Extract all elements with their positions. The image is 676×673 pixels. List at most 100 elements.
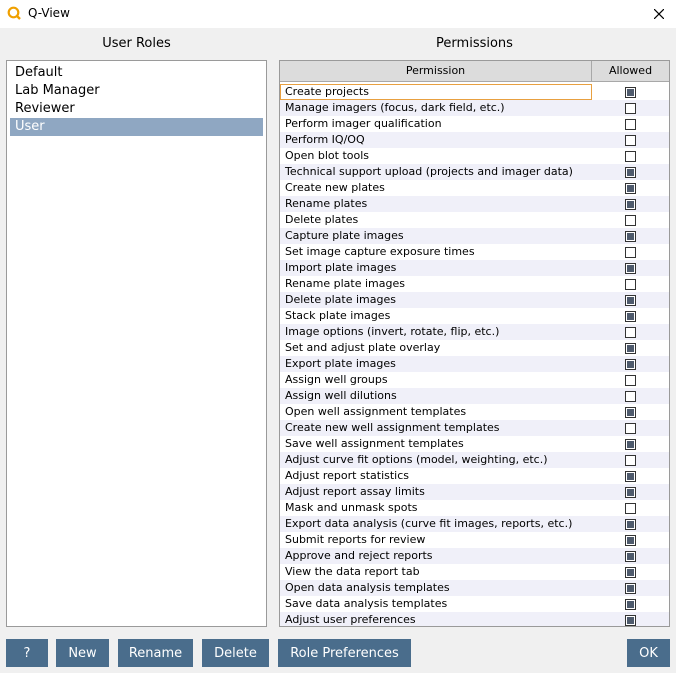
allowed-checkbox[interactable] (625, 566, 636, 578)
table-row[interactable]: Set image capture exposure times (280, 244, 669, 260)
table-row[interactable]: Delete plate images (280, 292, 669, 308)
table-row[interactable]: Export plate images (280, 356, 669, 372)
allowed-cell (592, 308, 669, 324)
allowed-checkbox[interactable] (625, 310, 636, 322)
permission-label: Open data analysis templates (285, 581, 450, 594)
allowed-checkbox[interactable] (625, 582, 636, 594)
allowed-checkbox[interactable] (625, 550, 636, 562)
table-row[interactable]: Adjust curve fit options (model, weighti… (280, 452, 669, 468)
allowed-checkbox[interactable] (625, 390, 636, 402)
allowed-checkbox[interactable] (625, 262, 636, 274)
role-item[interactable]: Reviewer (10, 100, 263, 118)
allowed-checkbox[interactable] (625, 214, 636, 226)
table-row[interactable]: Open blot tools (280, 148, 669, 164)
allowed-checkbox[interactable] (625, 454, 636, 466)
allowed-checkbox[interactable] (625, 134, 636, 146)
table-row[interactable]: Save well assignment templates (280, 436, 669, 452)
table-row[interactable]: Create new plates (280, 180, 669, 196)
allowed-cell (592, 164, 669, 180)
user-roles-list[interactable]: Default Lab Manager Reviewer User (6, 60, 267, 627)
table-row[interactable]: Mask and unmask spots (280, 500, 669, 516)
permission-label: Perform IQ/OQ (285, 133, 365, 146)
allowed-checkbox[interactable] (625, 486, 636, 498)
new-role-button[interactable]: New (56, 639, 109, 667)
permission-label: Stack plate images (285, 309, 391, 322)
allowed-checkbox[interactable] (625, 422, 636, 434)
allowed-checkbox[interactable] (625, 246, 636, 258)
allowed-checkbox[interactable] (625, 502, 636, 514)
allowed-checkbox[interactable] (625, 294, 636, 306)
help-button[interactable]: ? (6, 639, 48, 667)
allowed-checkbox[interactable] (625, 374, 636, 386)
table-row[interactable]: Adjust user preferences (280, 612, 669, 626)
permission-label: Open well assignment templates (285, 405, 467, 418)
permissions-table: Permission Allowed Create projects Manage… (279, 60, 670, 627)
table-row[interactable]: Save data analysis templates (280, 596, 669, 612)
allowed-checkbox[interactable] (625, 358, 636, 370)
allowed-checkbox[interactable] (625, 598, 636, 610)
allowed-checkbox[interactable] (625, 518, 636, 530)
role-item[interactable]: Default (10, 64, 263, 82)
role-item[interactable]: User (10, 118, 263, 136)
allowed-checkbox[interactable] (625, 470, 636, 482)
allowed-checkbox[interactable] (625, 182, 636, 194)
table-row[interactable]: Perform imager qualification (280, 116, 669, 132)
table-row[interactable]: Perform IQ/OQ (280, 132, 669, 148)
allowed-checkbox[interactable] (625, 150, 636, 162)
allowed-column-header[interactable]: Allowed (592, 61, 669, 81)
permission-label: Rename plate images (285, 277, 405, 290)
table-row[interactable]: Assign well dilutions (280, 388, 669, 404)
allowed-checkbox[interactable] (625, 534, 636, 546)
allowed-cell (592, 100, 669, 116)
allowed-cell (592, 500, 669, 516)
ok-button[interactable]: OK (627, 639, 670, 667)
table-row[interactable]: Create projects (280, 84, 669, 100)
table-row[interactable]: Create new well assignment templates (280, 420, 669, 436)
table-row[interactable]: Submit reports for review (280, 532, 669, 548)
allowed-checkbox[interactable] (625, 86, 636, 98)
title-bar: Q-View (0, 0, 676, 28)
table-row[interactable]: Approve and reject reports (280, 548, 669, 564)
allowed-checkbox[interactable] (625, 326, 636, 338)
close-button[interactable] (642, 0, 676, 28)
table-row[interactable]: Set and adjust plate overlay (280, 340, 669, 356)
table-row[interactable]: Delete plates (280, 212, 669, 228)
allowed-checkbox[interactable] (625, 198, 636, 210)
allowed-checkbox[interactable] (625, 438, 636, 450)
table-row[interactable]: Export data analysis (curve fit images, … (280, 516, 669, 532)
allowed-cell (592, 372, 669, 388)
table-row[interactable]: Open data analysis templates (280, 580, 669, 596)
close-icon (654, 9, 664, 19)
table-row[interactable]: Adjust report assay limits (280, 484, 669, 500)
role-preferences-button[interactable]: Role Preferences (278, 639, 411, 667)
allowed-cell (592, 532, 669, 548)
table-row[interactable]: Capture plate images (280, 228, 669, 244)
permission-label: Adjust report assay limits (285, 485, 425, 498)
table-row[interactable]: Rename plate images (280, 276, 669, 292)
permission-label: Mask and unmask spots (285, 501, 418, 514)
table-row[interactable]: Adjust report statistics (280, 468, 669, 484)
allowed-checkbox[interactable] (625, 166, 636, 178)
table-row[interactable]: Assign well groups (280, 372, 669, 388)
delete-role-button[interactable]: Delete (202, 639, 269, 667)
permission-column-header[interactable]: Permission (280, 61, 592, 81)
table-row[interactable]: Open well assignment templates (280, 404, 669, 420)
table-row[interactable]: Image options (invert, rotate, flip, etc… (280, 324, 669, 340)
allowed-checkbox[interactable] (625, 118, 636, 130)
allowed-checkbox[interactable] (625, 278, 636, 290)
allowed-checkbox[interactable] (625, 230, 636, 242)
table-row[interactable]: Technical support upload (projects and i… (280, 164, 669, 180)
allowed-checkbox[interactable] (625, 614, 636, 626)
allowed-cell (592, 436, 669, 452)
table-row[interactable]: Stack plate images (280, 308, 669, 324)
role-item[interactable]: Lab Manager (10, 82, 263, 100)
allowed-checkbox[interactable] (625, 342, 636, 354)
permission-label: Submit reports for review (285, 533, 426, 546)
table-row[interactable]: Import plate images (280, 260, 669, 276)
allowed-checkbox[interactable] (625, 406, 636, 418)
table-row[interactable]: View the data report tab (280, 564, 669, 580)
rename-role-button[interactable]: Rename (118, 639, 193, 667)
table-row[interactable]: Manage imagers (focus, dark field, etc.) (280, 100, 669, 116)
table-row[interactable]: Rename plates (280, 196, 669, 212)
allowed-checkbox[interactable] (625, 102, 636, 114)
